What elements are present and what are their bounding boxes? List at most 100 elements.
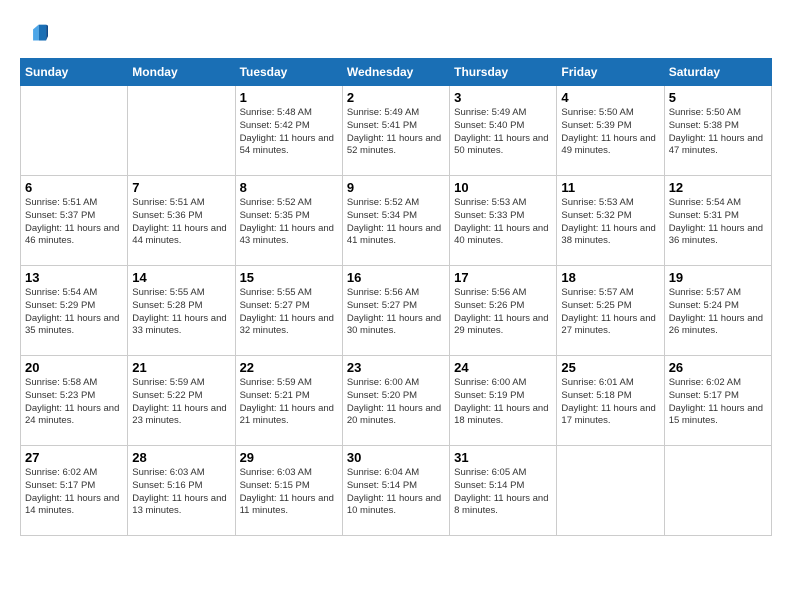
calendar-cell: 5Sunrise: 5:50 AM Sunset: 5:38 PM Daylig… [664,86,771,176]
weekday-header: Friday [557,59,664,86]
day-number: 2 [347,90,445,105]
calendar-cell: 23 Sunrise: 6:00 AM Sunset: 5:20 PM Dayli… [342,356,449,446]
logo-icon [20,20,48,48]
day-info: Sunrise: 5:58 AM Sunset: 5:23 PM Dayligh… [25,377,123,428]
weekday-header: Tuesday [235,59,342,86]
calendar-cell: 20 Sunrise: 5:58 AM Sunset: 5:23 PM Dayli… [21,356,128,446]
day-number: 7 [132,180,230,195]
day-number: 13 [25,270,123,285]
calendar-week-row: 13 Sunrise: 5:54 AM Sunset: 5:29 PM Dayli… [21,266,772,356]
weekday-header: Wednesday [342,59,449,86]
day-number: 31 [454,450,552,465]
day-info: Sunrise: 5:59 AM Sunset: 5:21 PM Dayligh… [240,377,338,428]
calendar-cell: 11 Sunrise: 5:53 AM Sunset: 5:32 PM Dayli… [557,176,664,266]
calendar-cell: 7 Sunrise: 5:51 AM Sunset: 5:36 PM Daylig… [128,176,235,266]
calendar-cell: 28 Sunrise: 6:03 AM Sunset: 5:16 PM Dayli… [128,446,235,536]
calendar-cell: 16 Sunrise: 5:56 AM Sunset: 5:27 PM Dayli… [342,266,449,356]
day-number: 30 [347,450,445,465]
calendar-cell: 8Sunrise: 5:52 AM Sunset: 5:35 PM Daylig… [235,176,342,266]
day-info: Sunrise: 6:00 AM Sunset: 5:19 PM Dayligh… [454,377,552,428]
calendar-cell: 2 Sunrise: 5:49 AM Sunset: 5:41 PM Daylig… [342,86,449,176]
day-info: Sunrise: 5:52 AM Sunset: 5:34 PM Dayligh… [347,197,445,248]
day-info: Sunrise: 5:54 AM Sunset: 5:29 PM Dayligh… [25,287,123,338]
day-info: Sunrise: 5:53 AM Sunset: 5:32 PM Dayligh… [561,197,659,248]
day-info: Sunrise: 6:05 AM Sunset: 5:14 PM Dayligh… [454,467,552,518]
day-number: 4 [561,90,659,105]
calendar-cell: 25 Sunrise: 6:01 AM Sunset: 5:18 PM Dayli… [557,356,664,446]
day-info: Sunrise: 5:56 AM Sunset: 5:27 PM Dayligh… [347,287,445,338]
logo [20,20,52,48]
calendar-cell: 15Sunrise: 5:55 AM Sunset: 5:27 PM Dayli… [235,266,342,356]
day-number: 19 [669,270,767,285]
day-number: 21 [132,360,230,375]
day-info: Sunrise: 5:55 AM Sunset: 5:28 PM Dayligh… [132,287,230,338]
day-info: Sunrise: 5:48 AM Sunset: 5:42 PM Dayligh… [240,107,338,158]
weekday-header: Saturday [664,59,771,86]
calendar-cell [664,446,771,536]
calendar-cell: 27 Sunrise: 6:02 AM Sunset: 5:17 PM Dayli… [21,446,128,536]
day-info: Sunrise: 5:53 AM Sunset: 5:33 PM Dayligh… [454,197,552,248]
calendar-cell: 30Sunrise: 6:04 AM Sunset: 5:14 PM Dayli… [342,446,449,536]
day-info: Sunrise: 5:49 AM Sunset: 5:40 PM Dayligh… [454,107,552,158]
day-info: Sunrise: 5:51 AM Sunset: 5:36 PM Dayligh… [132,197,230,248]
calendar-header-row: SundayMondayTuesdayWednesdayThursdayFrid… [21,59,772,86]
day-info: Sunrise: 5:50 AM Sunset: 5:39 PM Dayligh… [561,107,659,158]
calendar-cell: 18 Sunrise: 5:57 AM Sunset: 5:25 PM Dayli… [557,266,664,356]
calendar-cell [21,86,128,176]
day-number: 3 [454,90,552,105]
day-info: Sunrise: 6:00 AM Sunset: 5:20 PM Dayligh… [347,377,445,428]
calendar-cell [128,86,235,176]
calendar-cell: 31 Sunrise: 6:05 AM Sunset: 5:14 PM Dayli… [450,446,557,536]
day-number: 18 [561,270,659,285]
day-number: 6 [25,180,123,195]
day-info: Sunrise: 5:56 AM Sunset: 5:26 PM Dayligh… [454,287,552,338]
day-number: 17 [454,270,552,285]
day-info: Sunrise: 6:01 AM Sunset: 5:18 PM Dayligh… [561,377,659,428]
day-number: 14 [132,270,230,285]
calendar-week-row: 1 Sunrise: 5:48 AM Sunset: 5:42 PM Daylig… [21,86,772,176]
calendar-cell: 9Sunrise: 5:52 AM Sunset: 5:34 PM Daylig… [342,176,449,266]
day-info: Sunrise: 5:54 AM Sunset: 5:31 PM Dayligh… [669,197,767,248]
day-number: 27 [25,450,123,465]
day-number: 12 [669,180,767,195]
calendar-cell: 1 Sunrise: 5:48 AM Sunset: 5:42 PM Daylig… [235,86,342,176]
day-number: 1 [240,90,338,105]
weekday-header: Monday [128,59,235,86]
day-number: 24 [454,360,552,375]
calendar-cell: 26 Sunrise: 6:02 AM Sunset: 5:17 PM Dayli… [664,356,771,446]
day-number: 26 [669,360,767,375]
day-info: Sunrise: 5:49 AM Sunset: 5:41 PM Dayligh… [347,107,445,158]
day-number: 29 [240,450,338,465]
day-info: Sunrise: 6:02 AM Sunset: 5:17 PM Dayligh… [25,467,123,518]
weekday-header: Thursday [450,59,557,86]
calendar-cell: 13 Sunrise: 5:54 AM Sunset: 5:29 PM Dayli… [21,266,128,356]
day-info: Sunrise: 5:59 AM Sunset: 5:22 PM Dayligh… [132,377,230,428]
calendar-week-row: 6Sunrise: 5:51 AM Sunset: 5:37 PM Daylig… [21,176,772,266]
page-header [20,20,772,48]
day-info: Sunrise: 5:52 AM Sunset: 5:35 PM Dayligh… [240,197,338,248]
day-number: 10 [454,180,552,195]
day-info: Sunrise: 5:57 AM Sunset: 5:25 PM Dayligh… [561,287,659,338]
calendar-cell: 14 Sunrise: 5:55 AM Sunset: 5:28 PM Dayli… [128,266,235,356]
day-number: 25 [561,360,659,375]
day-number: 16 [347,270,445,285]
day-number: 20 [25,360,123,375]
calendar-week-row: 27 Sunrise: 6:02 AM Sunset: 5:17 PM Dayli… [21,446,772,536]
day-number: 11 [561,180,659,195]
calendar-week-row: 20 Sunrise: 5:58 AM Sunset: 5:23 PM Dayli… [21,356,772,446]
day-info: Sunrise: 6:03 AM Sunset: 5:16 PM Dayligh… [132,467,230,518]
day-info: Sunrise: 6:03 AM Sunset: 5:15 PM Dayligh… [240,467,338,518]
calendar-cell: 19Sunrise: 5:57 AM Sunset: 5:24 PM Dayli… [664,266,771,356]
calendar-cell: 24 Sunrise: 6:00 AM Sunset: 5:19 PM Dayli… [450,356,557,446]
day-number: 5 [669,90,767,105]
calendar-cell: 12 Sunrise: 5:54 AM Sunset: 5:31 PM Dayli… [664,176,771,266]
day-info: Sunrise: 6:02 AM Sunset: 5:17 PM Dayligh… [669,377,767,428]
day-number: 23 [347,360,445,375]
calendar-cell: 6Sunrise: 5:51 AM Sunset: 5:37 PM Daylig… [21,176,128,266]
weekday-header: Sunday [21,59,128,86]
day-number: 28 [132,450,230,465]
calendar-cell: 10 Sunrise: 5:53 AM Sunset: 5:33 PM Dayli… [450,176,557,266]
calendar-cell: 17 Sunrise: 5:56 AM Sunset: 5:26 PM Dayli… [450,266,557,356]
day-info: Sunrise: 5:55 AM Sunset: 5:27 PM Dayligh… [240,287,338,338]
calendar-cell: 3 Sunrise: 5:49 AM Sunset: 5:40 PM Daylig… [450,86,557,176]
